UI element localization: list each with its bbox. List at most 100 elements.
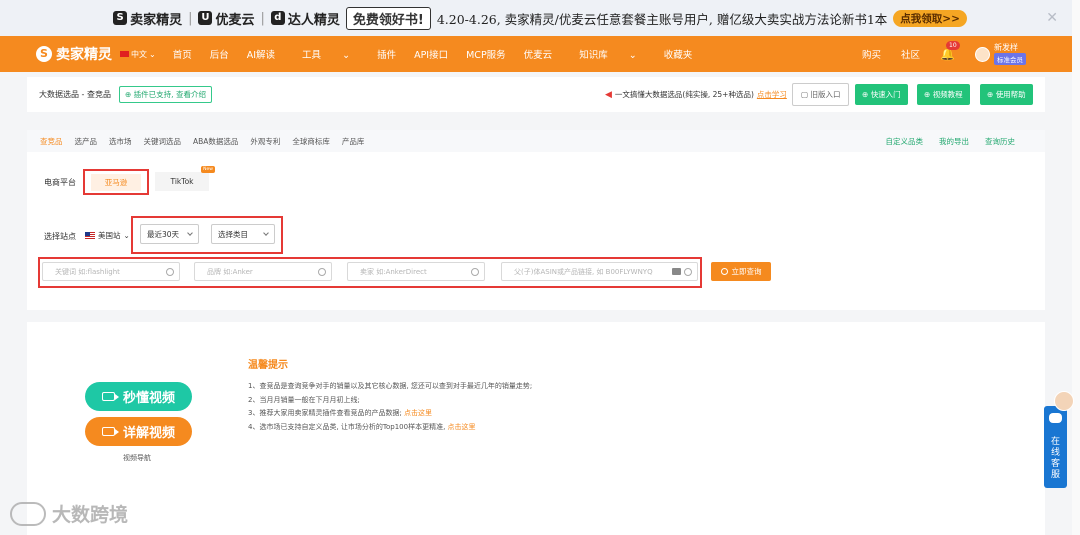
plugin-support-link[interactable]: ⊕ 插件已支持, 查看介绍 — [118, 86, 212, 103]
promo-banner[interactable]: S 卖家精灵 | U 优麦云 | d 达人精灵 免费领好书! 4.20-4.26, 卖… — [0, 0, 1080, 36]
upload-icon[interactable] — [471, 268, 479, 276]
promo-free-book-label: 免费领好书! — [345, 6, 431, 30]
chevron-down-icon — [263, 229, 269, 236]
help-label: 使用帮助 — [995, 90, 1026, 99]
plugin-support-label: 插件已支持, 查看介绍 — [133, 90, 206, 99]
nav-item-favorites[interactable]: 收藏夹 — [655, 47, 702, 61]
tip-learn-link[interactable]: 点击学习 — [757, 89, 787, 100]
china-flag-icon — [120, 51, 129, 57]
platform-amazon-highlight: 亚马逊 — [83, 169, 149, 195]
user-name: 新发样 — [994, 43, 1018, 52]
nav-item-knowledge[interactable]: 知识库 ⌄ — [561, 47, 655, 61]
video-nav-label: 视频导航 — [123, 454, 151, 462]
nav-item-tools[interactable]: 工具 ⌄ — [284, 47, 368, 61]
nav-item-api[interactable]: API接口 — [405, 47, 457, 61]
quick-video-button[interactable]: 秒懂视频 — [85, 382, 192, 411]
nav-right: 购买 社区 🔔 10 新发样 标准会员 — [862, 41, 1026, 65]
nav-item-ai[interactable]: AI解读 — [238, 47, 284, 61]
bell-icon[interactable]: 🔔 10 — [940, 41, 960, 61]
guide-panel: 秒懂视频 详解视频 视频导航 温馨提示 1、查竞品是查询竞争对手的销量以及其它核… — [27, 322, 1045, 535]
help-button[interactable]: ⊕ 使用帮助 — [980, 84, 1033, 105]
custom-category-link[interactable]: 自定义品类 — [886, 136, 924, 147]
old-version-button[interactable]: ▢ 旧版入口 — [792, 83, 850, 106]
tip-4-link[interactable]: 点击这里 — [448, 423, 476, 431]
us-flag-icon — [85, 232, 95, 239]
nav-buy[interactable]: 购买 — [862, 47, 881, 61]
search-button-label: 立即查询 — [731, 267, 762, 276]
nav-item-plugin[interactable]: 插件 — [368, 47, 405, 61]
period-value: 最近30天 — [147, 229, 180, 239]
tip-item: 4、选市场已支持自定义品类, 让市场分析的Top100样本更精准, 点击这里 — [248, 421, 532, 435]
my-export-link[interactable]: 我的导出 — [939, 136, 969, 147]
detail-video-button[interactable]: 详解视频 — [85, 417, 192, 446]
query-history-link[interactable]: 查询历史 — [985, 136, 1015, 147]
chevron-down-icon — [187, 229, 193, 236]
tab-trademark[interactable]: 全球商标库 — [286, 136, 336, 147]
upload-icon[interactable] — [318, 268, 326, 276]
tip-4-text: 4、选市场已支持自定义品类, 让市场分析的Top100样本更精准, — [248, 422, 448, 431]
upload-icon[interactable] — [684, 268, 692, 276]
detail-video-label: 详解视频 — [122, 426, 175, 441]
platform-amazon-option[interactable]: 亚马逊 — [91, 174, 141, 191]
service-avatar[interactable] — [1054, 391, 1074, 411]
video-tutorial-label: 视频教程 — [932, 90, 963, 99]
tip-3-link[interactable]: 点击这里 — [404, 409, 432, 417]
learning-tip: ◀ 一文搞懂大数据选品(纯实操, 25+种选品) 点击学习 — [605, 89, 787, 100]
period-dropdown[interactable]: 最近30天 — [140, 224, 199, 244]
tab-competitor-lookup[interactable]: 查竞品 — [34, 136, 69, 147]
plugin-icon: ⊕ — [124, 90, 132, 99]
search-button[interactable]: 立即查询 — [711, 262, 771, 281]
platform-tiktok-option[interactable]: TikTok New — [155, 166, 215, 191]
video-tutorial-button[interactable]: ⊕ 视频教程 — [917, 84, 970, 105]
tab-keyword-select[interactable]: 关键词选品 — [138, 136, 188, 147]
nav-community[interactable]: 社区 — [901, 47, 920, 61]
site-select[interactable]: 美国站 ⌄ — [85, 230, 130, 241]
tab-design-patent[interactable]: 外观专利 — [244, 136, 286, 147]
tab-product-library[interactable]: 产品库 — [336, 136, 371, 147]
category-dropdown[interactable]: 选择类目 — [211, 224, 275, 244]
watermark: 大数跨境 — [10, 500, 128, 527]
nav-item-home[interactable]: 首页 — [164, 47, 201, 61]
nav-item-tools-label: 工具 — [302, 50, 322, 61]
asin-input[interactable] — [502, 263, 697, 280]
new-badge: New — [201, 166, 215, 173]
nav-logo[interactable]: S 卖家精灵 — [36, 44, 112, 64]
promo-brand1-text: 卖家精灵 — [130, 12, 183, 28]
tab-aba-select[interactable]: ABA数据选品 — [187, 136, 244, 147]
user-menu[interactable]: 新发样 标准会员 — [975, 43, 1026, 65]
online-service-widget[interactable]: 在线客服 — [1044, 406, 1067, 488]
youmaiyun-logo-icon: U — [198, 11, 213, 25]
nav-item-backend[interactable]: 后台 — [201, 47, 238, 61]
nav-item-mcp[interactable]: MCP服务 — [457, 47, 515, 61]
scrollbar[interactable] — [1072, 0, 1080, 535]
nav-menu: 首页 后台 AI解读 工具 ⌄ 插件 API接口 MCP服务 优麦云 知识库 ⌄… — [164, 47, 702, 61]
tabs-bar: 查竞品 选产品 选市场 关键词选品 ABA数据选品 外观专利 全球商标库 产品库… — [27, 130, 1045, 152]
nav-logo-text: 卖家精灵 — [56, 47, 112, 63]
promo-claim-button[interactable]: 点我领取>> — [893, 9, 967, 27]
play-icon: ⊕ — [924, 90, 931, 99]
seller-input[interactable] — [348, 263, 484, 280]
camera-icon[interactable] — [672, 268, 681, 275]
quick-video-label: 秒懂视频 — [122, 391, 175, 406]
nav-item-knowledge-label: 知识库 — [579, 50, 608, 61]
close-icon[interactable]: ✕ — [1046, 10, 1058, 26]
language-select[interactable]: 中文 ⌄ — [120, 49, 156, 60]
seller-field — [347, 262, 485, 281]
platform-label: 电商平台 — [44, 178, 76, 187]
breadcrumb: 大数据选品 - 查竞品 — [39, 90, 111, 99]
tab-product-select[interactable]: 选产品 — [69, 136, 104, 147]
site-label: 选择站点 — [44, 232, 76, 241]
tip-text: 一文搞懂大数据选品(纯实操, 25+种选品) — [614, 90, 754, 99]
avatar — [975, 46, 990, 62]
brand-input[interactable] — [195, 263, 331, 280]
upload-icon[interactable] — [166, 268, 174, 276]
tab-market-select[interactable]: 选市场 — [103, 136, 138, 147]
tip-item: 1、查竞品是查询竞争对手的销量以及其它核心数据, 您还可以查到对手最近几年的销量… — [248, 382, 533, 390]
quick-start-button[interactable]: ⊕ 快速入门 — [855, 84, 908, 105]
tips-list: 1、查竞品是查询竞争对手的销量以及其它核心数据, 您还可以查到对手最近几年的销量… — [248, 380, 532, 434]
nav-item-youmaiyun[interactable]: 优麦云 — [515, 47, 562, 61]
promo-brand3-text: 达人精灵 — [287, 12, 340, 28]
promo-separator: | — [260, 10, 265, 26]
search-panel: 查竞品 选产品 选市场 关键词选品 ABA数据选品 外观专利 全球商标库 产品库… — [27, 130, 1045, 310]
keyword-input[interactable] — [43, 263, 179, 280]
